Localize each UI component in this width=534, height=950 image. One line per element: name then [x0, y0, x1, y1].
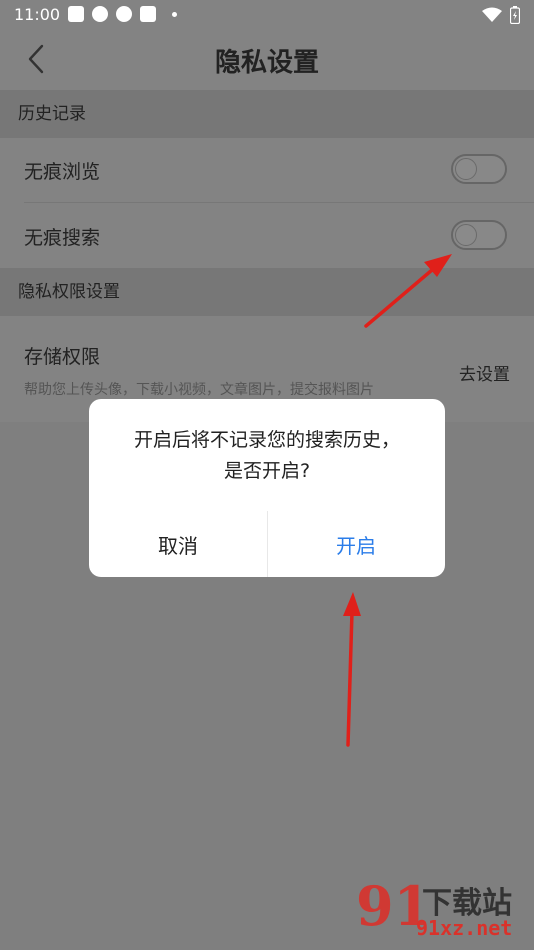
page-title: 隐私设置 [214, 48, 319, 78]
setting-label-incognito-browse: 无痕浏览 [24, 161, 101, 183]
notification-square-icon-2 [140, 6, 156, 22]
confirm-button[interactable]: 开启 [267, 511, 445, 577]
setting-description-storage: 帮助您上传头像，下载小视频，文章图片，提交报料图片 [24, 382, 374, 398]
toggle-knob [455, 158, 477, 180]
more-notifications-dot-icon [172, 11, 177, 17]
sync-icon-2 [116, 6, 132, 22]
system-icons [482, 6, 520, 24]
status-bar: 11:00 [0, 0, 534, 30]
site-watermark: 91 下载站 91xz.net [356, 874, 526, 946]
setting-label-incognito-search: 无痕搜索 [24, 227, 101, 249]
wifi-icon [482, 7, 502, 22]
battery-icon [510, 6, 520, 24]
dialog-message-line2: 是否开启? [223, 460, 311, 482]
toggle-knob [455, 224, 477, 246]
setting-label-storage: 存储权限 [24, 346, 101, 368]
setting-row-incognito-browse: 无痕浏览 [0, 138, 534, 203]
confirm-dialog: 开启后将不记录您的搜索历史， 是否开启? 取消 开启 [89, 399, 445, 577]
incognito-search-toggle[interactable] [451, 220, 507, 250]
notification-square-icon [68, 6, 84, 22]
incognito-browse-toggle[interactable] [451, 154, 507, 184]
status-time: 11:00 [14, 5, 61, 24]
cancel-button[interactable]: 取消 [89, 511, 267, 577]
section-title-history: 历史记录 [0, 90, 534, 138]
arrow-to-confirm-button [343, 592, 361, 747]
notification-icons [68, 6, 177, 22]
sync-icon [92, 6, 108, 22]
section-title-privacy: 隐私权限设置 [0, 268, 534, 316]
watermark-url: 91xz.net [416, 916, 513, 940]
page-header: 隐私设置 [0, 30, 534, 90]
dialog-message: 开启后将不记录您的搜索历史， 是否开启? [89, 425, 445, 487]
setting-row-incognito-search: 无痕搜索 [0, 203, 534, 268]
dialog-message-line1: 开启后将不记录您的搜索历史， [133, 429, 400, 451]
storage-settings-link[interactable]: 去设置 [459, 360, 510, 385]
